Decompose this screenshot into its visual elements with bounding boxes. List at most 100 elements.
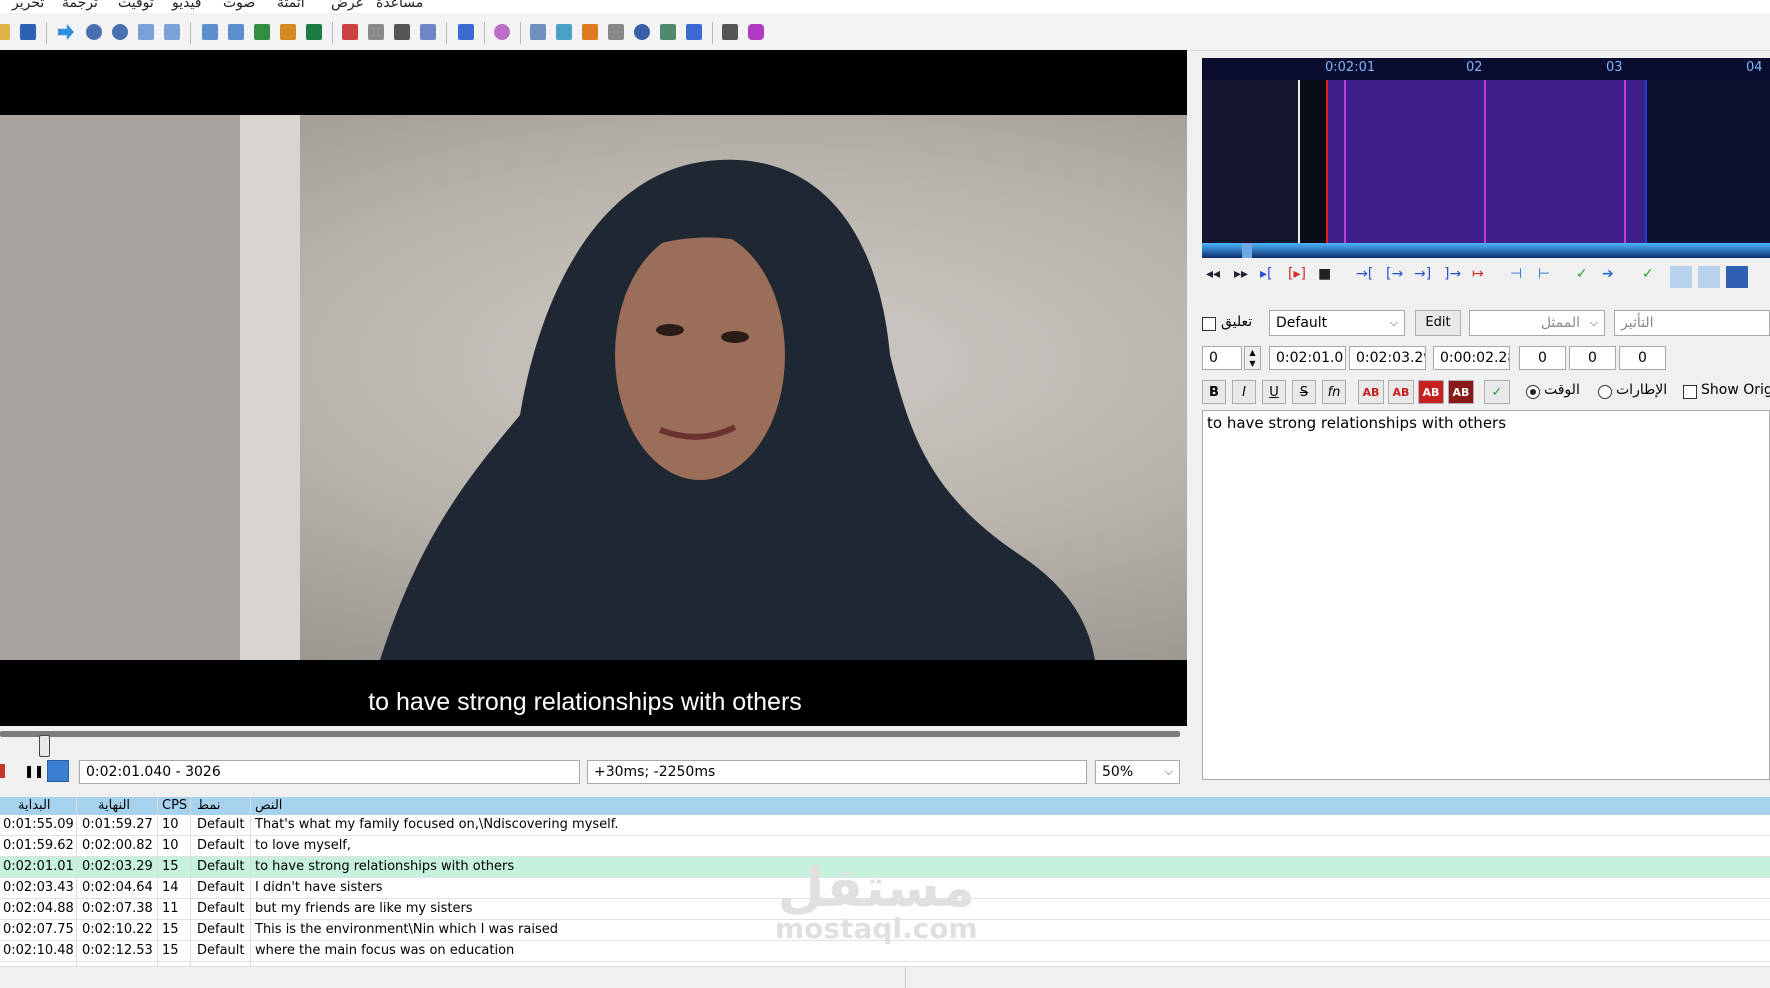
- play-to-end-icon[interactable]: ↦: [1472, 266, 1492, 286]
- header-text[interactable]: النص: [255, 797, 282, 815]
- header-start[interactable]: البداية: [18, 797, 51, 815]
- find-icon[interactable]: [86, 24, 102, 40]
- auto-next-icon[interactable]: [1670, 266, 1692, 288]
- video-time-field[interactable]: 0:02:01.040 - 3026: [79, 760, 580, 784]
- play-current-line-icon[interactable]: [▸]: [1288, 266, 1308, 286]
- automation-icon[interactable]: [342, 24, 358, 40]
- prev-line-icon[interactable]: ◂◂: [1206, 266, 1226, 286]
- video-seek-bar[interactable]: [0, 731, 1180, 737]
- auto-commit-icon[interactable]: ✓: [1642, 266, 1662, 286]
- zoom-select[interactable]: 50% ⌵: [1095, 760, 1180, 784]
- open-folder-icon[interactable]: [0, 24, 10, 40]
- video-display[interactable]: to have strong relationships with others: [0, 50, 1187, 726]
- properties-icon[interactable]: [306, 24, 322, 40]
- pencil-icon[interactable]: [394, 24, 410, 40]
- end-time-field[interactable]: 0:02:03.29: [1349, 346, 1426, 370]
- menu-audio[interactable]: صوت: [223, 0, 255, 11]
- select-lines-icon[interactable]: [608, 24, 624, 40]
- layer-spinner[interactable]: 0: [1202, 346, 1242, 370]
- duration-field[interactable]: 0:00:02.28: [1433, 346, 1510, 370]
- actor-select[interactable]: الممثل ⌵: [1469, 310, 1605, 336]
- style-select[interactable]: Default ⌵: [1269, 310, 1405, 336]
- find-replace-icon[interactable]: [112, 24, 128, 40]
- menu-help[interactable]: مساعدة: [376, 0, 423, 11]
- fonts-collector-icon[interactable]: [254, 24, 270, 40]
- table-row[interactable]: 0:01:55.09 0:01:59.27 10 Default That's what…: [0, 815, 1770, 836]
- paste-lines-icon[interactable]: [164, 24, 180, 40]
- timer-icon[interactable]: [634, 24, 650, 40]
- subtitle-text-editor[interactable]: to have strong relationships with others: [1202, 410, 1770, 780]
- play-after-start-icon[interactable]: [→: [1386, 266, 1406, 286]
- bold-button[interactable]: B: [1202, 380, 1226, 404]
- translation-icon[interactable]: [420, 24, 436, 40]
- header-cps[interactable]: CPS: [162, 797, 187, 815]
- start-marker[interactable]: [1326, 80, 1328, 250]
- tools-icon[interactable]: [722, 24, 738, 40]
- mod-icon[interactable]: [748, 24, 764, 40]
- time-radio[interactable]: [1526, 385, 1540, 399]
- edit-style-button[interactable]: Edit: [1415, 310, 1461, 336]
- script-info-icon[interactable]: [368, 24, 384, 40]
- snap-icon[interactable]: [582, 24, 598, 40]
- shadow-color-button[interactable]: AB: [1448, 380, 1474, 404]
- audio-waveform[interactable]: 0:02:01 02 03 04: [1202, 58, 1770, 258]
- menu-timing[interactable]: توقيت: [118, 0, 154, 11]
- outline-color-button[interactable]: AB: [1418, 380, 1444, 404]
- secondary-color-button[interactable]: AB: [1388, 380, 1414, 404]
- margin-left-field[interactable]: 0: [1519, 346, 1566, 370]
- play-before-end-icon[interactable]: →]: [1414, 266, 1434, 286]
- auto-scroll-audio-icon[interactable]: [1698, 266, 1720, 288]
- header-style[interactable]: نمط: [197, 797, 220, 815]
- comment-checkbox[interactable]: [1202, 317, 1216, 331]
- frames-radio[interactable]: [1598, 385, 1612, 399]
- margin-right-field[interactable]: 0: [1569, 346, 1616, 370]
- play-line-icon[interactable]: [0, 764, 5, 778]
- go-to-icon[interactable]: ➔: [1602, 266, 1622, 286]
- seek-thumb[interactable]: [39, 735, 51, 757]
- auto-scroll-icon[interactable]: [47, 760, 69, 782]
- timing-postprocessor-icon[interactable]: [556, 24, 572, 40]
- layer-spin-buttons[interactable]: ▲ ▼: [1244, 346, 1261, 370]
- menu-automation[interactable]: أتمتة: [277, 0, 305, 11]
- selected-line-region[interactable]: [1327, 80, 1645, 248]
- next-line-icon[interactable]: ▸▸: [1234, 266, 1254, 286]
- play-before-icon[interactable]: →[: [1356, 266, 1376, 286]
- copy-lines-icon[interactable]: [138, 24, 154, 40]
- underline-button[interactable]: U: [1262, 380, 1286, 404]
- italic-button[interactable]: I: [1232, 380, 1256, 404]
- jump-to-icon[interactable]: [58, 24, 74, 40]
- primary-color-button[interactable]: AB: [1358, 380, 1384, 404]
- play-after-icon[interactable]: ]→: [1444, 266, 1464, 286]
- play-selection-icon[interactable]: ▸[: [1260, 266, 1280, 286]
- shift-times-icon[interactable]: [530, 24, 546, 40]
- check-icon[interactable]: [686, 24, 702, 40]
- pause-icon[interactable]: ❚❚: [24, 764, 44, 778]
- menu-view[interactable]: عرض: [331, 0, 364, 11]
- styles-manager-icon[interactable]: [202, 24, 218, 40]
- show-original-checkbox[interactable]: [1683, 385, 1697, 399]
- margin-vertical-field[interactable]: 0: [1619, 346, 1666, 370]
- header-end[interactable]: النهاية: [98, 797, 130, 815]
- start-time-field[interactable]: 0:02:01.01: [1269, 346, 1346, 370]
- resample-icon[interactable]: [280, 24, 296, 40]
- video-details-icon[interactable]: [660, 24, 676, 40]
- attachments-icon[interactable]: [228, 24, 244, 40]
- menu-subtitle[interactable]: ترجمة: [62, 0, 98, 11]
- effect-field[interactable]: التأثير: [1614, 310, 1770, 336]
- strikeout-button[interactable]: S: [1292, 380, 1316, 404]
- spectrum-icon[interactable]: [1726, 266, 1748, 288]
- kanji-timer-icon[interactable]: [494, 24, 510, 40]
- font-button[interactable]: fn: [1322, 380, 1346, 404]
- table-row[interactable]: 0:01:59.62 0:02:00.82 10 Default to love mys…: [0, 836, 1770, 857]
- stop-icon[interactable]: ■: [1318, 266, 1338, 286]
- end-marker[interactable]: [1645, 80, 1647, 250]
- audio-scroll-thumb[interactable]: [1242, 243, 1252, 258]
- save-icon[interactable]: [20, 24, 36, 40]
- spell-check-icon[interactable]: [458, 24, 474, 40]
- menu-video[interactable]: فيديو: [172, 0, 201, 11]
- menu-edit[interactable]: تحرير: [12, 0, 44, 11]
- commit-icon[interactable]: ✓: [1576, 266, 1596, 286]
- lead-in-icon[interactable]: ⊣: [1510, 266, 1530, 286]
- commit-check-icon[interactable]: ✓: [1484, 380, 1510, 404]
- lead-out-icon[interactable]: ⊢: [1538, 266, 1558, 286]
